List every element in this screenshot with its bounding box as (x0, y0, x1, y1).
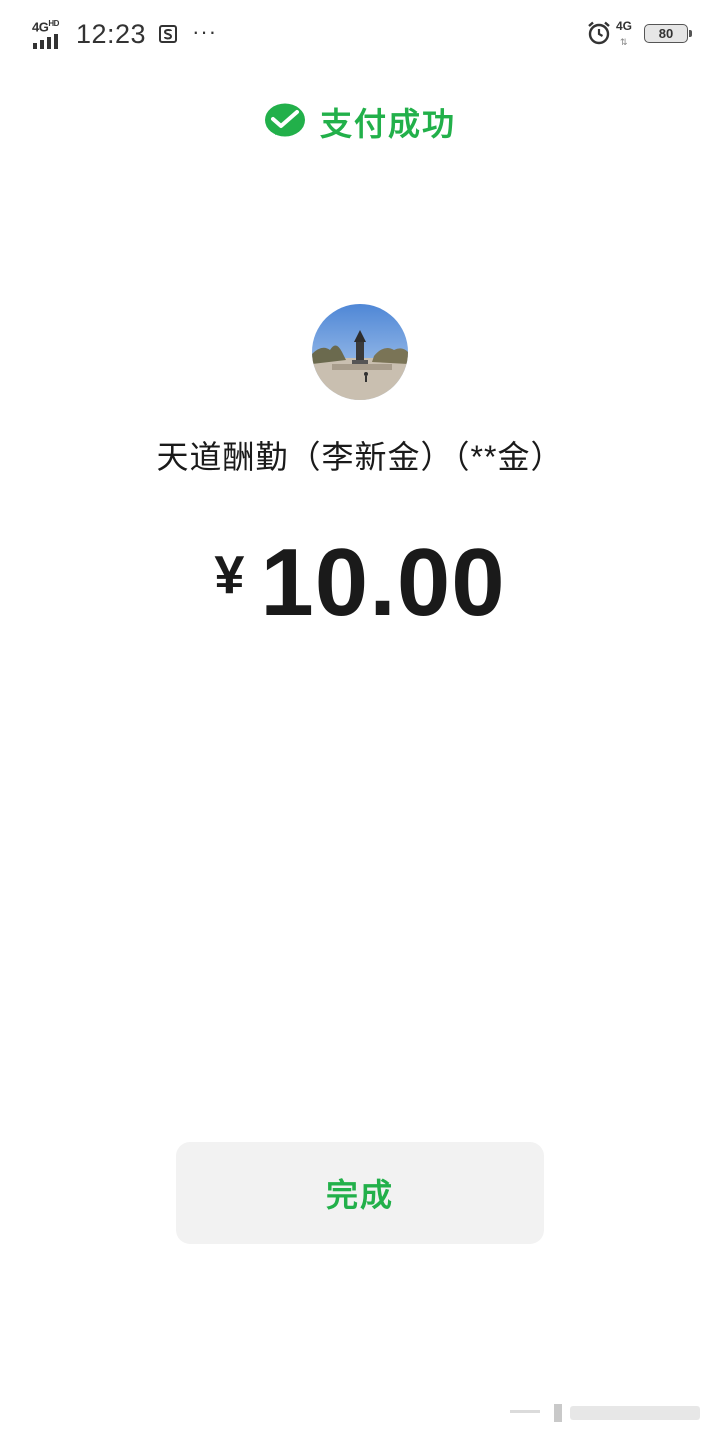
done-button[interactable]: 完成 (176, 1142, 544, 1244)
watermark-logo (510, 1404, 700, 1422)
network-hd-label: HD (48, 19, 59, 28)
statue-photo-avatar-image (312, 304, 408, 400)
payment-amount: ¥ 10.00 (0, 528, 720, 638)
currency-symbol: ¥ (214, 545, 245, 605)
right-network-label: 4G (616, 19, 633, 33)
done-button-label: 完成 (325, 1177, 394, 1213)
payee-avatar (312, 304, 408, 400)
alarm-clock-icon (588, 21, 610, 45)
payee-name: 天道酬勤（李新金）（**金） (156, 439, 564, 475)
battery-level: 80 (658, 25, 674, 41)
status-bar: 4GHD 12:23 ··· 4G ⇅ 80 (0, 0, 720, 66)
network-type-label: 4G (32, 19, 49, 35)
payment-success-header: 支付成功 (0, 96, 720, 148)
page-title: 支付成功 (319, 106, 456, 142)
status-bar-right: 4G ⇅ 80 (586, 18, 692, 48)
battery-icon: 80 (644, 23, 692, 43)
data-network-icon: 4G ⇅ (616, 19, 633, 47)
status-bar-left: 4GHD 12:23 ··· (32, 14, 217, 54)
more-notifications-icon: ··· (192, 19, 218, 44)
amount-value: 10.00 (260, 529, 506, 636)
status-time: 12:23 (76, 18, 147, 49)
payment-success-page: 4GHD 12:23 ··· 4G ⇅ 80 支付成功 天道酬勤（李新金）（**… (0, 0, 720, 1436)
screenshot-notification-icon (159, 25, 178, 43)
wechat-pay-icon (264, 103, 305, 137)
cellular-signal-icon: 4GHD (32, 19, 68, 49)
